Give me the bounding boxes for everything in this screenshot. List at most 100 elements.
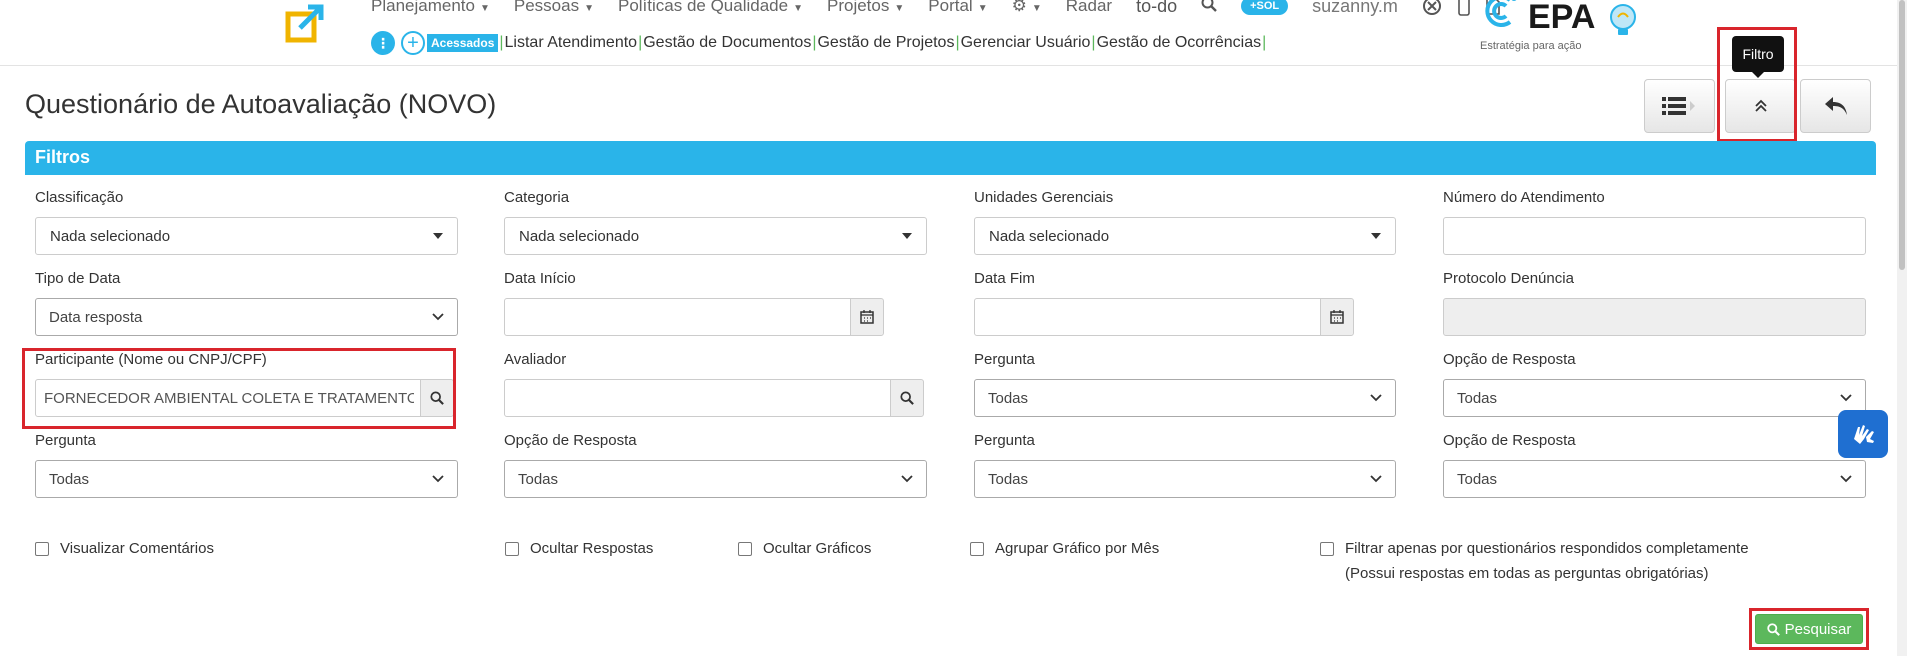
opcao-2-label: Opção de Resposta <box>504 432 637 449</box>
pergunta-1-select[interactable]: Todas <box>974 379 1396 417</box>
menu-politicas[interactable]: Políticas de Qualidade ▼ <box>618 0 803 16</box>
link-gestao-ocorrencias[interactable]: Gestão de Ocorrências <box>1097 34 1262 52</box>
menu-todo[interactable]: to-do <box>1136 0 1177 17</box>
caret-down-icon: ▼ <box>1031 3 1042 14</box>
data-inicio-input[interactable] <box>504 298 851 336</box>
search-icon <box>430 391 444 405</box>
data-fim-label: Data Fim <box>974 270 1035 287</box>
menu-portal[interactable]: Portal ▼ <box>928 0 987 16</box>
filters-panel-header: Filtros <box>25 141 1876 175</box>
filtrar-completos-checkbox[interactable]: Filtrar apenas por questionários respond… <box>1320 536 1760 586</box>
protocolo-input <box>1443 298 1866 336</box>
unidades-label: Unidades Gerenciais <box>974 189 1114 206</box>
more-vertical-icon[interactable]: ⋮ <box>371 31 395 55</box>
categoria-select[interactable]: Nada selecionado <box>504 217 927 255</box>
mobile-icon[interactable] <box>1458 0 1470 16</box>
protocolo-label: Protocolo Denúncia <box>1443 270 1574 287</box>
chevron-down-icon <box>1840 394 1852 402</box>
accessibility-widget-button[interactable] <box>1838 410 1888 458</box>
chevron-down-icon <box>432 475 444 483</box>
reply-arrow-icon <box>1824 97 1847 115</box>
chevron-down-icon <box>1370 475 1382 483</box>
app-logo-icon[interactable] <box>284 2 326 44</box>
checkbox[interactable] <box>505 542 519 556</box>
numero-atendimento-label: Número do Atendimento <box>1443 189 1605 206</box>
menu-radar[interactable]: Radar <box>1066 0 1112 16</box>
visualizar-comentarios-checkbox[interactable]: Visualizar Comentários <box>35 540 214 557</box>
participante-search-button[interactable] <box>420 379 454 417</box>
opcao-3-label: Opção de Resposta <box>1443 432 1576 449</box>
filter-tooltip: Filtro <box>1732 36 1784 78</box>
classificacao-select[interactable]: Nada selecionado <box>35 217 458 255</box>
link-gerenciar-usuario[interactable]: Gerenciar Usuário <box>961 34 1091 52</box>
pergunta-2-label: Pergunta <box>35 432 96 449</box>
calendar-icon <box>1330 310 1344 324</box>
data-fim-input[interactable] <box>974 298 1321 336</box>
tipo-data-select[interactable]: Data resposta <box>35 298 458 336</box>
link-listar-atendimento[interactable]: Listar Atendimento <box>505 34 638 52</box>
opcao-1-label: Opção de Resposta <box>1443 351 1576 368</box>
chevron-down-icon <box>1840 475 1852 483</box>
pergunta-3-select[interactable]: Todas <box>974 460 1396 498</box>
brand-tagline: Estratégia para ação <box>1480 40 1582 52</box>
calendar-icon <box>860 310 874 324</box>
ocultar-graficos-checkbox[interactable]: Ocultar Gráficos <box>738 540 871 557</box>
checkbox[interactable] <box>738 542 752 556</box>
caret-down-icon <box>433 233 443 239</box>
pergunta-2-select[interactable]: Todas <box>35 460 458 498</box>
caret-down-icon: ▼ <box>584 3 594 14</box>
checkbox[interactable] <box>35 542 49 556</box>
opcao-3-select[interactable]: Todas <box>1443 460 1866 498</box>
pergunta-3-label: Pergunta <box>974 432 1035 449</box>
user-name[interactable]: suzanny.m <box>1312 0 1398 17</box>
gear-icon: ⚙ <box>1011 0 1027 15</box>
link-gestao-projetos[interactable]: Gestão de Projetos <box>817 34 954 52</box>
opcao-1-select[interactable]: Todas <box>1443 379 1866 417</box>
menu-planejamento[interactable]: Planejamento ▼ <box>371 0 490 16</box>
caret-down-icon <box>902 233 912 239</box>
chevron-down-icon <box>901 475 913 483</box>
data-fim-calendar-button[interactable] <box>1320 298 1354 336</box>
toggle-filter-button[interactable] <box>1725 79 1796 133</box>
caret-down-icon: ▼ <box>894 3 905 14</box>
menu-settings[interactable]: ⚙ ▼ <box>1012 0 1042 16</box>
checkbox[interactable] <box>1320 542 1334 556</box>
main-menu: Planejamento ▼ Pessoas ▼ Políticas de Qual… <box>371 0 1500 18</box>
opcao-2-select[interactable]: Todas <box>504 460 927 498</box>
menu-pessoas[interactable]: Pessoas ▼ <box>514 0 594 16</box>
link-gestao-documentos[interactable]: Gestão de Documentos <box>643 34 811 52</box>
data-inicio-label: Data Início <box>504 270 576 287</box>
add-icon[interactable]: + <box>401 31 425 55</box>
data-inicio-calendar-button[interactable] <box>850 298 884 336</box>
chevron-down-icon <box>1370 394 1382 402</box>
scrollbar-thumb[interactable] <box>1899 0 1905 270</box>
ocultar-respostas-checkbox[interactable]: Ocultar Respostas <box>505 540 653 557</box>
pesquisar-button[interactable]: Pesquisar <box>1755 614 1863 644</box>
tipo-data-label: Tipo de Data <box>35 270 121 287</box>
idea-bulb-icon[interactable] <box>1606 2 1640 38</box>
pergunta-1-label: Pergunta <box>974 351 1035 368</box>
unidades-select[interactable]: Nada selecionado <box>974 217 1396 255</box>
avaliador-input[interactable] <box>504 379 891 417</box>
numero-atendimento-input[interactable] <box>1443 217 1866 255</box>
menu-projetos[interactable]: Projetos ▼ <box>827 0 904 16</box>
page-scrollbar[interactable] <box>1897 0 1907 656</box>
agrupar-grafico-checkbox[interactable]: Agrupar Gráfico por Mês <box>970 540 1159 557</box>
acessados-badge[interactable]: Acessados <box>427 34 499 52</box>
search-icon[interactable] <box>1201 0 1217 17</box>
sol-badge[interactable]: +SOL <box>1241 0 1289 15</box>
search-icon <box>900 391 914 405</box>
close-circle-icon[interactable] <box>1422 0 1442 16</box>
participante-input[interactable]: FORNECEDOR AMBIENTAL COLETA E TRATAMENTO <box>35 379 421 417</box>
categoria-label: Categoria <box>504 189 570 206</box>
caret-down-icon: ▼ <box>793 3 803 14</box>
list-view-button[interactable] <box>1644 79 1715 133</box>
back-button[interactable] <box>1800 79 1871 133</box>
avaliador-search-button[interactable] <box>890 379 924 417</box>
search-icon <box>1766 622 1780 636</box>
page-title: Questionário de Autoavaliação (NOVO) <box>25 89 497 119</box>
checkbox[interactable] <box>970 542 984 556</box>
list-icon <box>1661 97 1695 115</box>
double-chevron-up-icon <box>1754 99 1767 112</box>
quick-links-bar: ⋮ + Acessados | Listar Atendimento | Ges… <box>371 30 1267 56</box>
